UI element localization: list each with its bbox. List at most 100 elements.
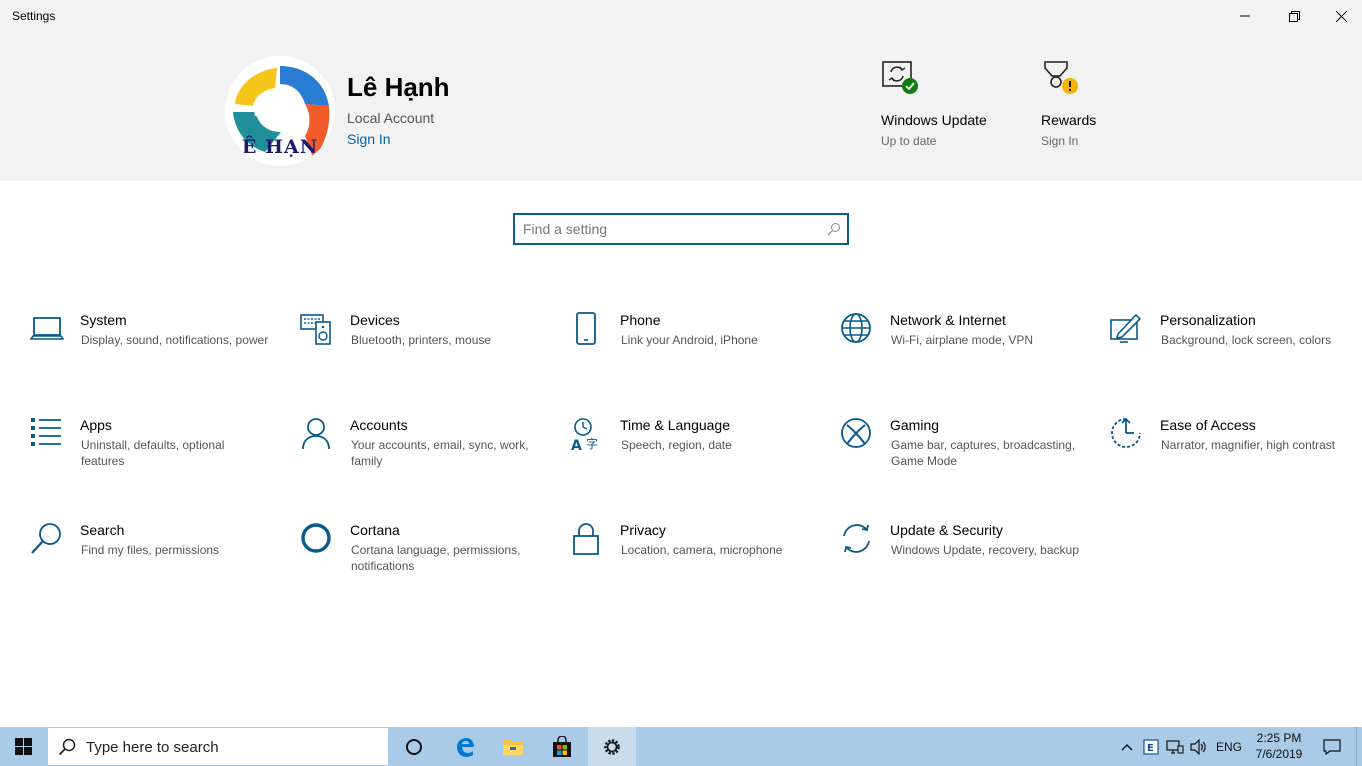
category-time-language[interactable]: A 字 Time & Language Speech, region, date <box>570 417 810 497</box>
windows-update-tile[interactable]: Windows Update Up to date <box>881 56 1001 156</box>
rewards-icon <box>1044 61 1078 94</box>
gear-icon <box>604 738 620 755</box>
speaker-icon <box>1190 738 1206 755</box>
cortana-icon <box>406 738 422 755</box>
search-icon <box>827 223 840 236</box>
title-bar: Settings <box>0 0 1362 32</box>
show-hidden-icons-button[interactable] <box>1117 727 1137 766</box>
category-network[interactable]: Network & Internet Wi-Fi, airplane mode,… <box>840 312 1080 392</box>
category-ease-of-access[interactable]: Ease of Access Narrator, magnifier, high… <box>1110 417 1350 497</box>
account-header: Ê HẠN Lê Hạnh Local Account Sign In Wind… <box>0 32 1362 181</box>
category-desc: Your accounts, email, sync, work, family <box>351 438 529 468</box>
category-title: Ease of Access <box>1160 417 1256 433</box>
category-desc: Narrator, magnifier, high contrast <box>1161 438 1336 452</box>
category-title: Apps <box>80 417 112 433</box>
network-tray-button[interactable] <box>1164 727 1186 766</box>
category-desc: Background, lock screen, colors <box>1161 333 1332 347</box>
taskbar-clock[interactable]: 2:25 PM 7/6/2019 <box>1244 730 1314 762</box>
category-title: Phone <box>620 312 661 328</box>
volume-tray-button[interactable] <box>1188 727 1210 766</box>
rewards-status: Sign In <box>1041 134 1079 148</box>
svg-text:E: E <box>1147 743 1154 754</box>
chevron-up-icon <box>1121 743 1133 750</box>
category-cortana[interactable]: Cortana Cortana language, permissions, n… <box>300 522 540 602</box>
category-desc: Game bar, captures, broadcasting, Game M… <box>891 438 1076 468</box>
category-update-security[interactable]: Update & Security Windows Update, recove… <box>840 522 1080 602</box>
search-input[interactable] <box>523 219 813 239</box>
phone-icon <box>576 312 596 345</box>
time-language-icon: A 字 <box>571 418 598 451</box>
restore-button[interactable] <box>1271 0 1317 32</box>
minimize-icon <box>1240 15 1250 17</box>
user-name: Lê Hạnh <box>347 72 450 102</box>
category-desc: Cortana language, permissions, notificat… <box>351 543 521 573</box>
category-desc: Uninstall, defaults, optional features <box>81 438 225 468</box>
clock-time: 2:25 PM <box>1256 731 1302 745</box>
category-system[interactable]: System Display, sound, notifications, po… <box>30 312 270 392</box>
language-indicator[interactable]: ENG <box>1212 727 1246 766</box>
clock-date: 7/6/2019 <box>1255 747 1303 761</box>
edge-button[interactable] <box>441 727 489 766</box>
category-desc: Link your Android, iPhone <box>621 333 758 347</box>
category-gaming[interactable]: Gaming Game bar, captures, broadcasting,… <box>840 417 1080 497</box>
restore-icon <box>1288 10 1300 22</box>
personalization-icon <box>1110 313 1142 343</box>
category-title: Privacy <box>620 522 666 538</box>
minimize-button[interactable] <box>1222 0 1268 32</box>
close-icon <box>1335 10 1347 22</box>
category-desc: Wi-Fi, airplane mode, VPN <box>891 333 1034 347</box>
settings-taskbar-button[interactable] <box>588 727 636 766</box>
windows-update-status: Up to date <box>881 134 937 148</box>
category-title: Cortana <box>350 522 400 538</box>
category-desc: Location, camera, microphone <box>621 543 783 557</box>
category-desc: Bluetooth, printers, mouse <box>351 333 492 347</box>
category-devices[interactable]: Devices Bluetooth, printers, mouse <box>300 312 540 392</box>
show-desktop-button[interactable] <box>1356 727 1362 766</box>
windows-update-icon <box>882 61 918 94</box>
store-button[interactable] <box>538 727 586 766</box>
taskbar: Type here to search E ENG 2:25 PM 7/6/20… <box>0 727 1362 766</box>
avatar[interactable]: Ê HẠN <box>225 56 335 166</box>
category-desc: Speech, region, date <box>621 438 732 452</box>
close-button[interactable] <box>1318 0 1362 32</box>
category-apps[interactable]: Apps Uninstall, defaults, optional featu… <box>30 417 270 497</box>
file-explorer-button[interactable] <box>489 727 537 766</box>
category-title: System <box>80 312 127 328</box>
avatar-text: Ê HẠN <box>241 136 319 158</box>
find-setting-search[interactable] <box>513 213 849 245</box>
category-desc: Find my files, permissions <box>81 543 220 557</box>
category-desc: Windows Update, recovery, backup <box>891 543 1079 557</box>
notification-icon <box>1323 738 1341 755</box>
lock-icon <box>573 523 599 555</box>
laptop-icon <box>30 317 64 340</box>
category-accounts[interactable]: Accounts Your accounts, email, sync, wor… <box>300 417 540 497</box>
apps-list-icon <box>31 418 61 446</box>
category-title: Devices <box>350 312 400 328</box>
action-center-button[interactable] <box>1318 727 1346 766</box>
start-button[interactable] <box>0 727 47 766</box>
sync-icon <box>843 524 870 553</box>
category-search[interactable]: Search Find my files, permissions <box>30 522 270 602</box>
category-title: Network & Internet <box>890 312 1006 328</box>
edge-icon <box>457 737 474 757</box>
globe-icon <box>841 313 871 343</box>
folder-icon <box>503 739 523 755</box>
svg-text:字: 字 <box>586 436 598 451</box>
category-desc: Display, sound, notifications, power <box>81 333 269 347</box>
store-icon <box>553 735 571 757</box>
category-title: Gaming <box>890 417 940 433</box>
category-personalization[interactable]: Personalization Background, lock screen,… <box>1110 312 1350 392</box>
rewards-tile[interactable]: Rewards Sign In <box>1041 56 1141 156</box>
ime-tray-button[interactable]: E <box>1140 727 1162 766</box>
cortana-button[interactable] <box>390 727 438 766</box>
category-privacy[interactable]: Privacy Location, camera, microphone <box>570 522 810 602</box>
taskbar-search-placeholder: Type here to search <box>86 739 219 756</box>
category-phone[interactable]: Phone Link your Android, iPhone <box>570 312 810 392</box>
windows-logo-icon <box>15 738 32 755</box>
search-icon <box>58 738 76 756</box>
account-type: Local Account <box>347 110 435 126</box>
sign-in-link[interactable]: Sign In <box>347 131 391 147</box>
xbox-icon <box>841 418 871 448</box>
taskbar-search-box[interactable]: Type here to search <box>47 727 389 766</box>
network-icon <box>1166 739 1184 754</box>
